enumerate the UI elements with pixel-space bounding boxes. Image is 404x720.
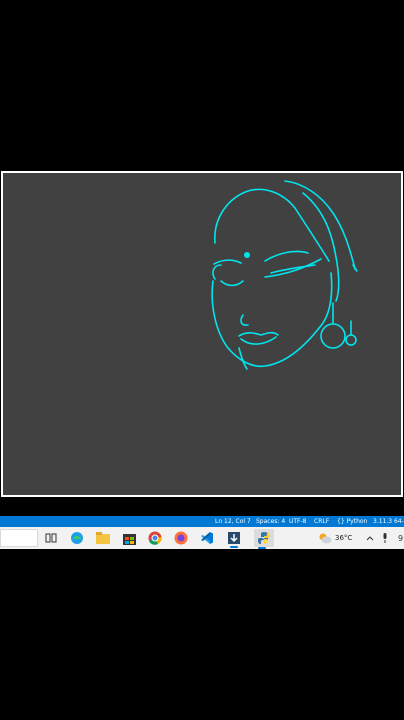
tray-partial: 9 xyxy=(398,533,404,543)
braces-icon: {} xyxy=(337,518,345,525)
microphone-icon[interactable] xyxy=(382,530,388,546)
weather-cloud-icon xyxy=(319,533,332,544)
hair-back xyxy=(284,180,356,270)
nose xyxy=(240,314,249,326)
weather-widget[interactable]: 36°C xyxy=(318,530,352,546)
right-eye-lash xyxy=(270,264,316,274)
indentation[interactable]: Spaces: 4 xyxy=(256,516,285,527)
python-interpreter[interactable]: 3.11.3 64-bi xyxy=(373,516,404,527)
status-bar: Ln 12, Col 7 Spaces: 4 UTF-8 CRLF {} Pyt… xyxy=(0,516,404,527)
letterbox-bottom xyxy=(0,549,404,720)
left-eye xyxy=(220,280,244,287)
earring-small xyxy=(345,334,357,346)
upper-lip xyxy=(238,331,279,337)
line-ending[interactable]: CRLF xyxy=(314,516,329,527)
right-eyebrow xyxy=(264,250,309,262)
search-input[interactable] xyxy=(0,529,38,547)
task-view-icon[interactable] xyxy=(43,530,59,546)
edge-icon[interactable] xyxy=(69,530,85,546)
hair-outline xyxy=(214,188,330,262)
chrome-icon[interactable] xyxy=(147,530,163,546)
left-ear xyxy=(212,264,222,280)
firefox-icon[interactable] xyxy=(173,530,189,546)
face-jaw xyxy=(211,272,333,368)
left-eyebrow xyxy=(213,259,242,265)
python-turtle-icon[interactable] xyxy=(254,529,274,549)
store-icon[interactable] xyxy=(121,530,137,546)
encoding[interactable]: UTF-8 xyxy=(289,516,307,527)
temperature: 36°C xyxy=(335,534,353,542)
face-drawing xyxy=(211,180,358,370)
lower-lip xyxy=(240,336,277,345)
cursor-position[interactable]: Ln 12, Col 7 xyxy=(215,516,251,527)
downloader-icon[interactable] xyxy=(226,530,242,548)
chevron-up-icon[interactable] xyxy=(366,530,374,546)
language-mode[interactable]: {} Python xyxy=(337,516,367,527)
file-explorer-icon[interactable] xyxy=(95,530,111,546)
taskbar: 36°C 9 xyxy=(0,527,404,549)
drawing-canvas xyxy=(3,173,401,495)
bindi xyxy=(244,252,250,258)
earring-big xyxy=(320,323,346,349)
vscode-icon[interactable] xyxy=(199,530,215,546)
turtle-window xyxy=(1,171,403,497)
editor-gap xyxy=(0,497,404,516)
